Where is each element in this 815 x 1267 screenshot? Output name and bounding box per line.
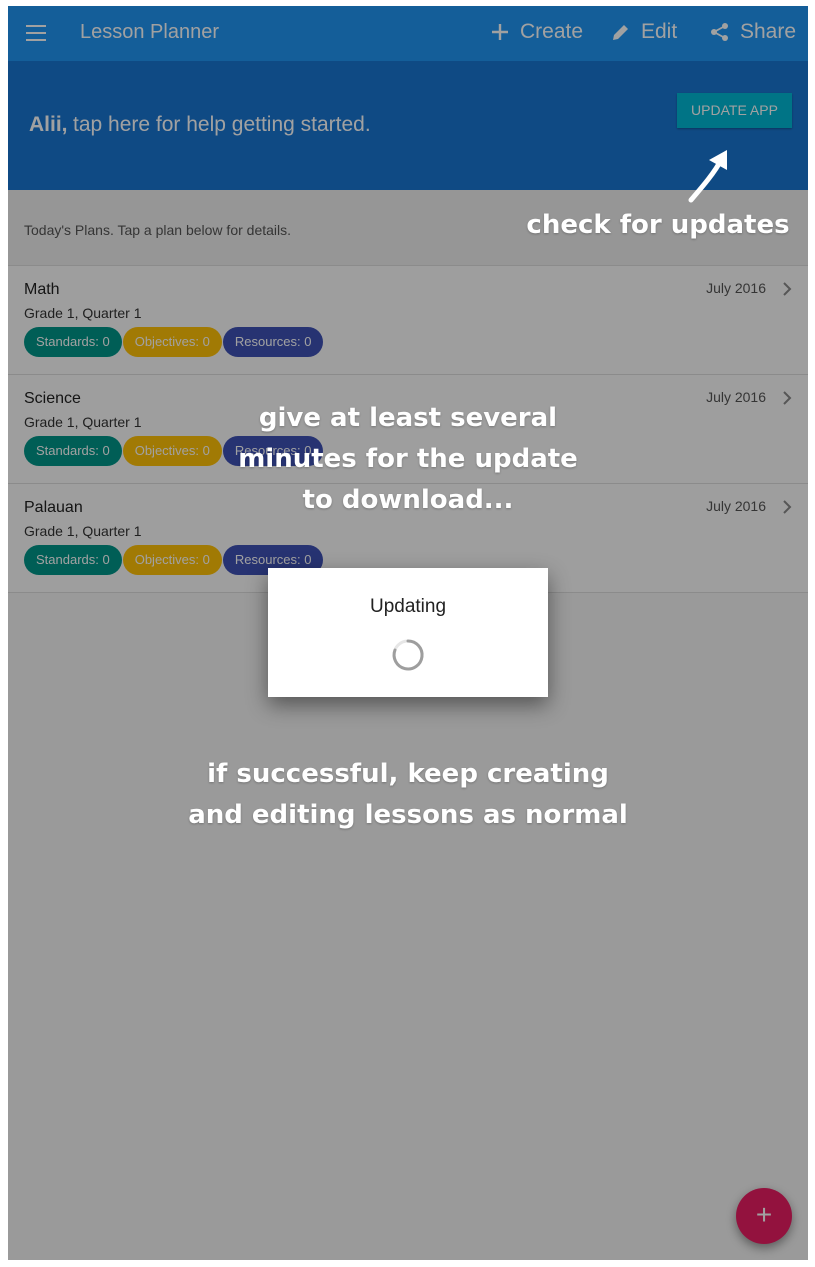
loading-spinner-icon	[392, 639, 424, 671]
annotation-wait-line2: minutes for the update	[238, 444, 578, 474]
dialog-title: Updating	[369, 596, 447, 617]
annotation-wait-line1: give at least several	[258, 403, 558, 433]
annotation-success-line2: and editing lessons as normal	[188, 800, 628, 830]
annotation-check-updates: check for updates	[526, 210, 790, 240]
updating-dialog: Updating	[268, 568, 548, 697]
annotation-wait-line3: to download...	[302, 485, 514, 515]
annotation-arrow-icon	[688, 150, 727, 203]
app-screen: Lesson Planner Create Edit Share Alii, t…	[8, 6, 808, 1260]
annotation-success-line1: if successful, keep creating	[207, 759, 609, 789]
